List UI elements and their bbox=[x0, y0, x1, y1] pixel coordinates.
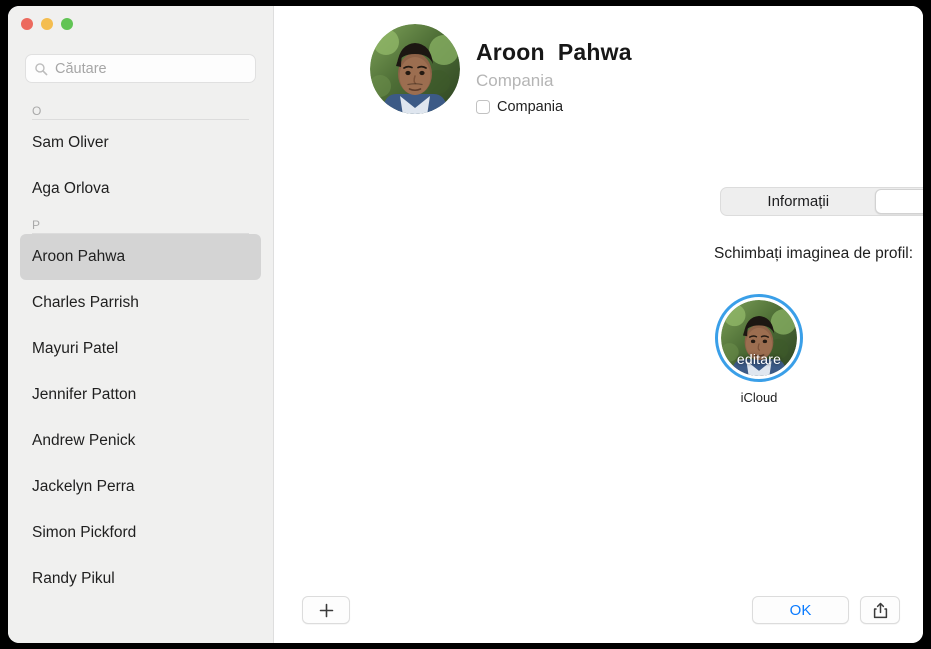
contact-list-item[interactable]: Aga Orlova bbox=[20, 166, 261, 212]
contact-list-item-label: Jackelyn Perra bbox=[32, 478, 135, 496]
section-header-p: P bbox=[20, 212, 261, 233]
zoom-button[interactable] bbox=[61, 18, 73, 30]
contact-list-item-label: Randy Pikul bbox=[32, 570, 115, 588]
detail-tabs[interactable]: InformațiiImagine bbox=[720, 187, 923, 216]
contact-list-item[interactable]: Jackelyn Perra bbox=[20, 464, 261, 510]
contact-list-item-label: Aroon Pahwa bbox=[32, 248, 125, 266]
contact-list-item-label: Sam Oliver bbox=[32, 134, 109, 152]
company-checkbox[interactable] bbox=[476, 100, 490, 114]
company-checkbox-row[interactable]: Compania bbox=[476, 99, 632, 115]
picture-source-label: iCloud bbox=[711, 390, 807, 405]
search-field[interactable] bbox=[25, 54, 256, 83]
contact-list-item-label: Charles Parrish bbox=[32, 294, 139, 312]
ok-button[interactable]: OK bbox=[752, 596, 849, 624]
search-input[interactable] bbox=[55, 61, 247, 77]
contact-list-item[interactable]: Mayuri Patel bbox=[20, 326, 261, 372]
plus-icon bbox=[319, 603, 334, 618]
contact-list-item[interactable]: Jennifer Patton bbox=[20, 372, 261, 418]
contact-list-item[interactable]: Aroon Pahwa bbox=[20, 234, 261, 280]
close-button[interactable] bbox=[21, 18, 33, 30]
share-button[interactable] bbox=[860, 596, 900, 624]
contact-list-item-label: Simon Pickford bbox=[32, 524, 136, 542]
avatar-photo bbox=[370, 24, 460, 114]
share-icon bbox=[873, 602, 888, 619]
contact-list-item[interactable]: Charles Parrish bbox=[20, 280, 261, 326]
tab-informatii[interactable]: Informații bbox=[722, 189, 875, 214]
picture-option-ring[interactable]: editare bbox=[715, 294, 803, 382]
contact-list-item[interactable]: Sam Oliver bbox=[20, 120, 261, 166]
contact-list-item[interactable]: Simon Pickford bbox=[20, 510, 261, 556]
picture-option[interactable]: editare iCloud bbox=[711, 294, 807, 405]
minimize-button[interactable] bbox=[41, 18, 53, 30]
avatar bbox=[370, 24, 460, 114]
contact-name: Aroon Pahwa bbox=[476, 40, 632, 65]
section-header-o: O bbox=[20, 98, 261, 119]
change-picture-label: Schimbați imaginea de profil: bbox=[714, 245, 913, 263]
company-checkbox-label: Compania bbox=[497, 99, 563, 115]
search-icon bbox=[34, 62, 48, 76]
sidebar: O Sam Oliver Aga Orlova P Aroon Pahwa Charles… bbox=[8, 6, 274, 643]
footer-actions: OK bbox=[752, 596, 900, 624]
contact-list-item-label: Andrew Penick bbox=[32, 432, 135, 450]
contact-list-item[interactable]: Randy Pikul bbox=[20, 556, 261, 602]
contact-list[interactable]: O Sam Oliver Aga Orlova P Aroon Pahwa Charles… bbox=[8, 98, 273, 643]
edit-picture-overlay-label[interactable]: editare bbox=[721, 351, 797, 367]
contacts-window: O Sam Oliver Aga Orlova P Aroon Pahwa Charles… bbox=[8, 6, 923, 643]
picture-option-avatar[interactable]: editare bbox=[721, 300, 797, 376]
tab-imagine[interactable]: Imagine bbox=[875, 189, 924, 214]
contact-header: Aroon Pahwa Compania Compania bbox=[370, 24, 632, 115]
contact-list-item-label: Aga Orlova bbox=[32, 180, 110, 198]
contact-header-text: Aroon Pahwa Compania Compania bbox=[476, 24, 632, 115]
contact-list-item[interactable]: Andrew Penick bbox=[20, 418, 261, 464]
contact-list-item-label: Mayuri Patel bbox=[32, 340, 118, 358]
company-placeholder[interactable]: Compania bbox=[476, 72, 632, 91]
contact-detail-pane: Aroon Pahwa Compania Compania Informații… bbox=[274, 6, 923, 643]
add-contact-button[interactable] bbox=[302, 596, 350, 624]
contact-list-item-label: Jennifer Patton bbox=[32, 386, 136, 404]
window-controls bbox=[21, 18, 73, 30]
